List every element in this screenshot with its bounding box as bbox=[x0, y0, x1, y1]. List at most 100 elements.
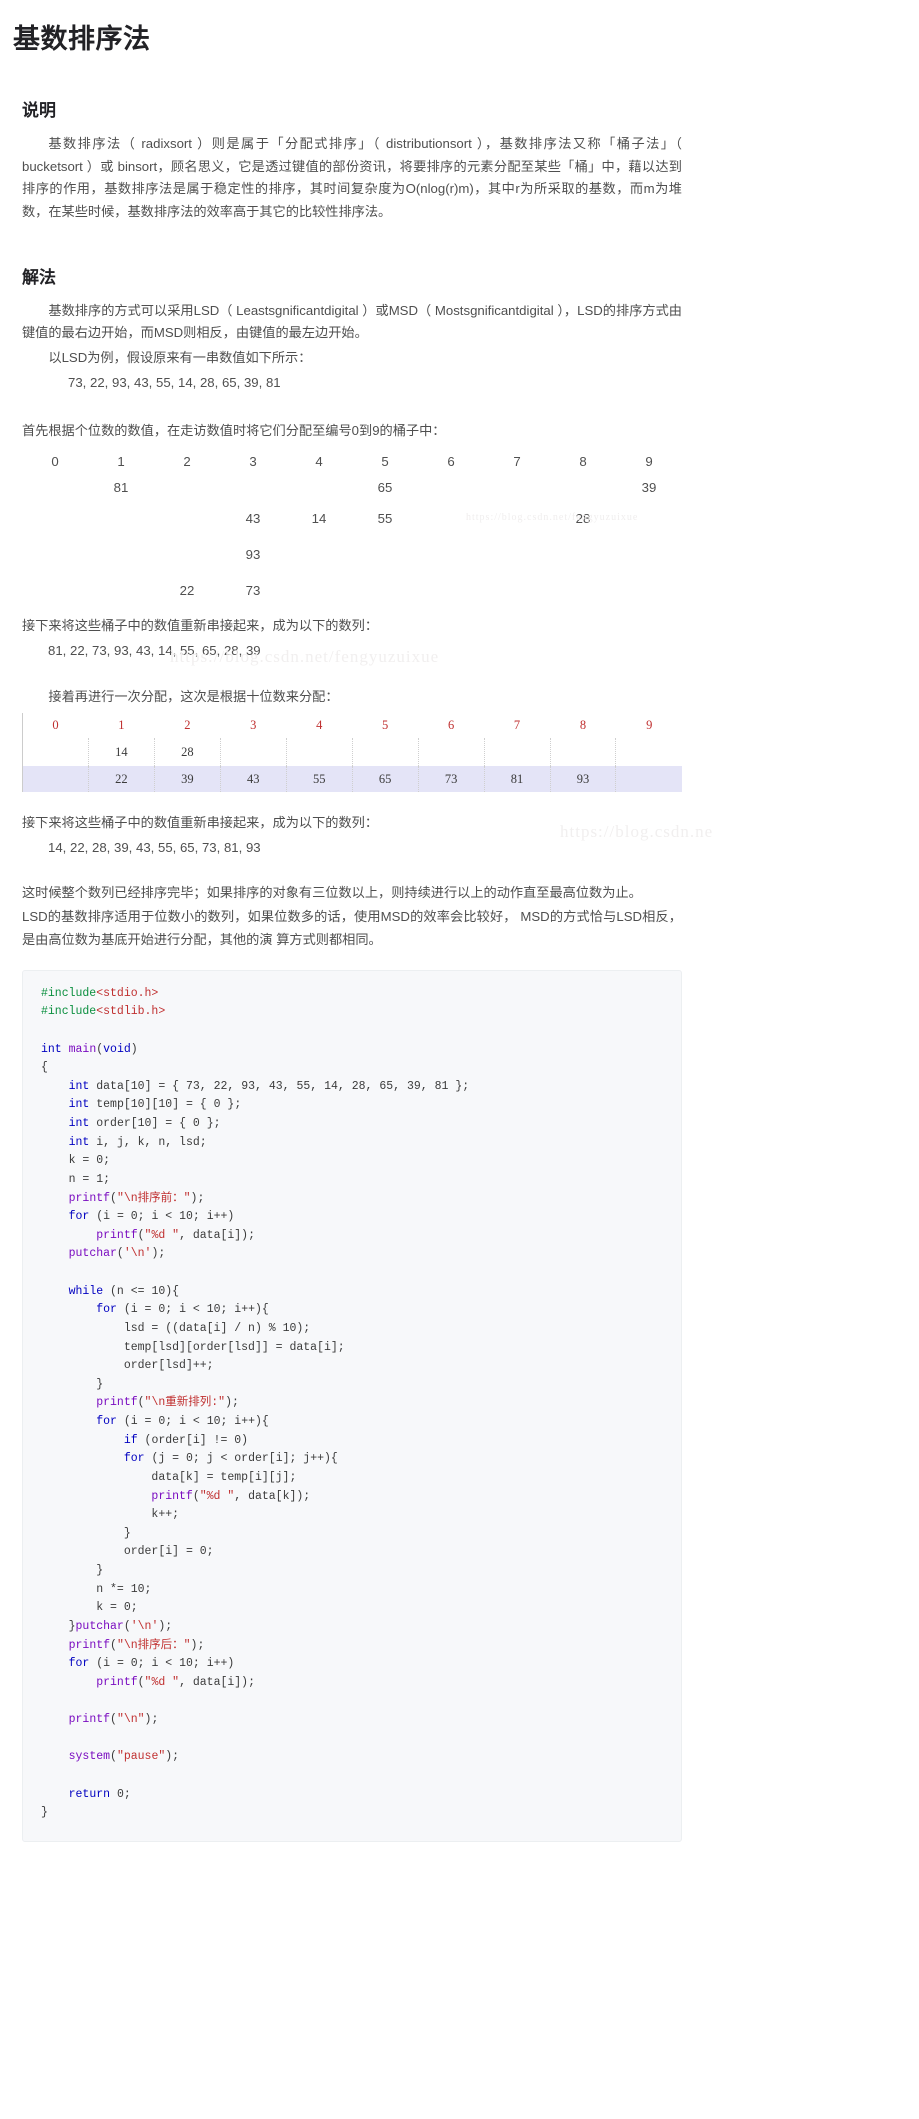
bucket-cell bbox=[550, 475, 616, 501]
bucket-header: 3 bbox=[249, 454, 257, 470]
bucket-cell bbox=[286, 573, 352, 609]
bucket-header: 4 bbox=[316, 718, 323, 733]
bucket-cell: 93 bbox=[549, 766, 616, 793]
table-row-highlighted: 22 39 43 55 65 73 81 93 bbox=[22, 766, 682, 793]
bucket-cell bbox=[484, 537, 550, 573]
solution-paragraph-4: 接下来将这些桶子中的数值重新串接起来，成为以下的数列： bbox=[22, 618, 379, 634]
code-block: #include<stdio.h> #include<stdlib.h> int… bbox=[22, 969, 682, 1842]
bucket-cell bbox=[88, 501, 154, 537]
bucket-cell bbox=[418, 475, 484, 501]
solution-paragraph-2: 以LSD为例，假设原来有一串数值如下所示： bbox=[48, 349, 312, 365]
bucket-cell bbox=[616, 573, 682, 609]
bucket-header: 2 bbox=[184, 718, 191, 733]
bucket-cell bbox=[219, 738, 287, 767]
bucket-header: 0 bbox=[51, 454, 59, 470]
bucket-cell bbox=[615, 738, 682, 767]
bucket-cell bbox=[549, 738, 616, 767]
bucket-cell bbox=[154, 537, 220, 573]
bucket-cell bbox=[22, 573, 88, 609]
bucket-cell: 43 bbox=[219, 766, 287, 793]
bucket-cell bbox=[615, 766, 682, 793]
bucket-header: 5 bbox=[381, 454, 389, 470]
table-row: 22 73 bbox=[22, 573, 682, 609]
bucket-header: 6 bbox=[447, 454, 455, 470]
bucket-header: 8 bbox=[579, 718, 587, 733]
bucket-cell bbox=[220, 475, 286, 501]
bucket-cell bbox=[417, 738, 485, 767]
bucket-header: 4 bbox=[315, 454, 323, 470]
table-row: 0 1 2 3 4 5 6 7 8 9 bbox=[22, 713, 683, 739]
bucket-cell bbox=[418, 537, 484, 573]
bucket-cell: 73 bbox=[417, 766, 485, 793]
bucket-cell bbox=[550, 573, 616, 609]
after-second-pass-values: 14, 22, 28, 39, 43, 55, 65, 73, 81, 93 bbox=[48, 839, 261, 855]
bucket-cell: 39 bbox=[641, 480, 657, 496]
bucket-cell: 81 bbox=[113, 480, 129, 496]
bucket-cell: 43 bbox=[245, 511, 261, 527]
solution-paragraph-5: 接着再进行一次分配，这次是根据十位数来分配： bbox=[48, 689, 339, 705]
bucket-cell: 55 bbox=[377, 511, 393, 527]
bucket-cell bbox=[484, 573, 550, 609]
bucket-cell bbox=[88, 537, 154, 573]
description-paragraph: 基数排序法（ radixsort ）则是属于「分配式排序」（ distribut… bbox=[22, 135, 682, 219]
bucket-cell bbox=[352, 573, 418, 609]
bucket-header: 7 bbox=[513, 454, 521, 470]
bucket-header: 2 bbox=[183, 454, 191, 470]
section-heading-solution: 解法 bbox=[22, 267, 56, 287]
after-first-pass-values: 81, 22, 73, 93, 43, 14, 55, 65, 28, 39 bbox=[48, 642, 261, 658]
solution-paragraph-7: 这时候整个数列已经排序完毕；如果排序的对象有三位数以上，则持续进行以上的动作直至… bbox=[22, 884, 642, 900]
bucket-cell bbox=[484, 475, 550, 501]
bucket-cell bbox=[285, 738, 353, 767]
bucket-cell bbox=[22, 537, 88, 573]
bucket-cell: 28 bbox=[153, 738, 221, 767]
bucket-header: 3 bbox=[250, 718, 257, 733]
bucket-cell: 39 bbox=[153, 766, 221, 793]
bucket-header: 0 bbox=[22, 713, 89, 739]
bucket-cell bbox=[616, 537, 682, 573]
article-body: 说明 基数排序法（ radixsort ）则是属于「分配式排序」（ distri… bbox=[22, 99, 682, 1842]
bucket-table-units: 0 1 2 3 4 5 6 7 8 9 81 65 39 43 14 55 28… bbox=[22, 449, 682, 609]
bucket-cell bbox=[22, 475, 88, 501]
bucket-cell bbox=[418, 501, 484, 537]
section-heading-description: 说明 bbox=[22, 101, 56, 121]
bucket-header: 6 bbox=[447, 718, 455, 733]
bucket-header: 1 bbox=[118, 718, 125, 733]
bucket-table-tens-wrapper: 0 1 2 3 4 5 6 7 8 9 14 28 22 39 43 55 65… bbox=[22, 713, 683, 793]
bucket-cell bbox=[351, 738, 419, 767]
bucket-cell bbox=[22, 766, 89, 793]
bucket-cell: 28 bbox=[575, 511, 591, 527]
bucket-header: 9 bbox=[645, 454, 653, 470]
bucket-header: 5 bbox=[382, 718, 389, 733]
table-row: 0 1 2 3 4 5 6 7 8 9 bbox=[22, 449, 682, 475]
table-row: 93 bbox=[22, 537, 682, 573]
solution-paragraph-6: 接下来将这些桶子中的数值重新串接起来，成为以下的数列： bbox=[22, 815, 379, 831]
bucket-cell: 22 bbox=[179, 583, 195, 599]
page-title: 基数排序法 bbox=[13, 24, 151, 54]
table-row: 81 65 39 bbox=[22, 475, 682, 501]
bucket-cell: 65 bbox=[377, 480, 393, 496]
bucket-cell bbox=[352, 537, 418, 573]
bucket-cell bbox=[88, 573, 154, 609]
bucket-cell: 65 bbox=[351, 766, 419, 793]
bucket-cell: 93 bbox=[245, 547, 261, 563]
table-row: 14 28 bbox=[22, 738, 682, 767]
bucket-cell bbox=[550, 537, 616, 573]
bucket-cell bbox=[418, 573, 484, 609]
bucket-cell: 22 bbox=[87, 766, 155, 793]
bucket-header: 1 bbox=[117, 454, 125, 470]
bucket-cell bbox=[616, 501, 682, 537]
solution-paragraph-8: LSD的基数排序适用于位数小的数列，如果位数多的话，使用MSD的效率会比较好， … bbox=[22, 909, 682, 947]
solution-paragraph-1: 基数排序的方式可以采用LSD（ Leastsgnificantdigital ）… bbox=[22, 302, 682, 341]
bucket-cell bbox=[22, 501, 88, 537]
bucket-cell bbox=[484, 501, 550, 537]
article-page: 基数排序法 说明 基数排序法（ radixsort ）则是属于「分配式排序」（ … bbox=[0, 22, 919, 2119]
bucket-cell: 14 bbox=[87, 738, 155, 767]
bucket-cell bbox=[154, 475, 220, 501]
bucket-cell: 55 bbox=[285, 766, 353, 793]
bucket-cell bbox=[286, 475, 352, 501]
bucket-header: 9 bbox=[646, 718, 653, 733]
bucket-cell bbox=[22, 738, 89, 767]
bucket-cell bbox=[154, 501, 220, 537]
initial-values: 73, 22, 93, 43, 55, 14, 28, 65, 39, 81 bbox=[68, 374, 281, 390]
bucket-table-tens: 0 1 2 3 4 5 6 7 8 9 14 28 22 39 43 55 65… bbox=[22, 713, 683, 793]
